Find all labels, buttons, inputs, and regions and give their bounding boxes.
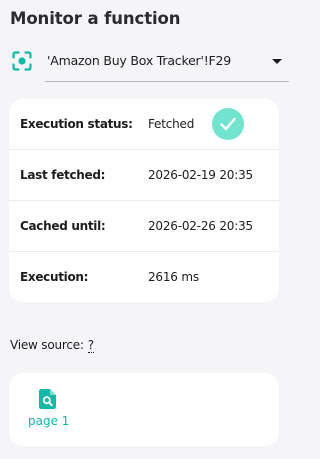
- function-select[interactable]: 'Amazon Buy Box Tracker'!F29: [45, 46, 289, 82]
- function-selector-row: 'Amazon Buy Box Tracker'!F29: [10, 46, 289, 82]
- source-pages-card: page 1: [9, 373, 279, 446]
- row-label: Cached until:: [20, 219, 106, 233]
- chevron-down-icon[interactable]: [272, 59, 282, 64]
- row-label: Execution status:: [20, 117, 133, 131]
- execution-status-card: Execution status: Fetched Last fetched: …: [9, 99, 279, 302]
- function-select-value: 'Amazon Buy Box Tracker'!F29: [47, 53, 232, 68]
- row-value: Fetched: [148, 117, 195, 131]
- view-source-text: View source:: [10, 338, 84, 352]
- page-label: page 1: [28, 414, 70, 428]
- status-row-cached-until: Cached until: 2026-02-26 20:35: [9, 201, 279, 252]
- row-label: Execution:: [20, 270, 89, 284]
- status-row-execution-time: Execution: 2616 ms: [9, 252, 279, 302]
- row-value: 2026-02-19 20:35: [148, 168, 253, 182]
- help-tooltip-trigger[interactable]: ?: [87, 339, 94, 353]
- view-source-label: View source:?: [10, 338, 94, 353]
- status-row-execution-status: Execution status: Fetched: [9, 99, 279, 150]
- page-search-icon: [39, 389, 57, 409]
- check-circle-icon: [212, 108, 244, 140]
- target-icon[interactable]: [12, 51, 32, 71]
- row-value: 2616 ms: [148, 270, 199, 284]
- status-row-last-fetched: Last fetched: 2026-02-19 20:35: [9, 150, 279, 201]
- row-value: 2026-02-26 20:35: [148, 219, 253, 233]
- panel-title: Monitor a function: [10, 9, 181, 28]
- row-label: Last fetched:: [20, 168, 106, 182]
- source-page-link[interactable]: page 1: [28, 389, 70, 433]
